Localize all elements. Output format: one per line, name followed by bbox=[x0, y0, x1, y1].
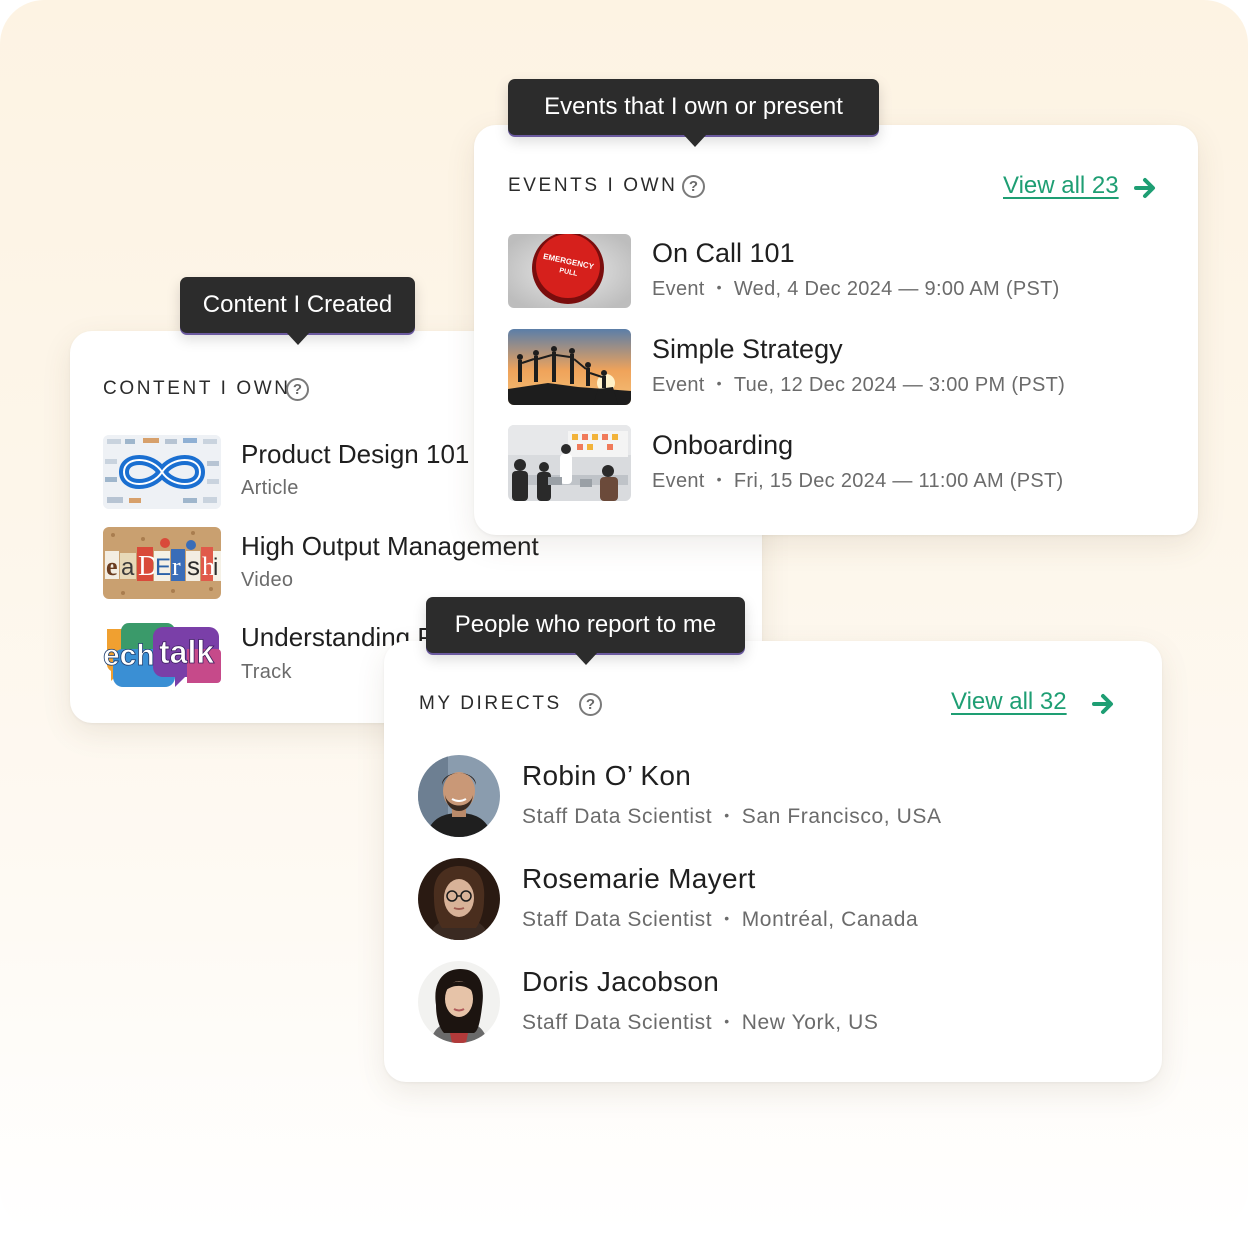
svg-text:ech: ech bbox=[103, 639, 155, 672]
person-location: New York, US bbox=[741, 1011, 879, 1034]
question-circle-icon[interactable]: ? bbox=[579, 693, 602, 716]
event-type: Event bbox=[652, 470, 705, 492]
person-location: Montréal, Canada bbox=[741, 908, 919, 931]
separator-dot: • bbox=[716, 375, 722, 391]
content-tooltip: Content I Created bbox=[180, 277, 415, 345]
content-thumbnail-product-design[interactable] bbox=[103, 435, 221, 509]
separator-dot: • bbox=[724, 1013, 730, 1029]
content-thumbnail-techtalk[interactable]: ech talk bbox=[103, 619, 221, 689]
content-item-title[interactable]: High Output Management bbox=[241, 531, 539, 562]
directs-tooltip-text: People who report to me bbox=[454, 611, 717, 638]
events-view-all-link[interactable]: View all 23 bbox=[1003, 172, 1119, 200]
content-item-type: Video bbox=[241, 569, 294, 591]
events-card: EVENTS I OWN ? View all 23 EMERGENCY PUL… bbox=[474, 125, 1198, 535]
event-thumbnail-on-call[interactable]: EMERGENCY PULL bbox=[508, 234, 631, 308]
event-thumbnail-simple-strategy[interactable] bbox=[508, 329, 631, 405]
content-section-title: CONTENT I OWN bbox=[103, 378, 291, 399]
svg-text:a: a bbox=[121, 554, 135, 581]
event-meta: Event • Fri, 15 Dec 2024 — 11:00 AM (PST) bbox=[652, 470, 1064, 493]
person-name[interactable]: Rosemarie Mayert bbox=[522, 863, 756, 895]
event-title[interactable]: Onboarding bbox=[652, 430, 793, 461]
question-circle-icon[interactable]: ? bbox=[682, 175, 705, 198]
event-thumbnail-onboarding[interactable] bbox=[508, 425, 631, 501]
content-item-title[interactable]: Product Design 101 bbox=[241, 439, 469, 470]
person-meta: Staff Data Scientist • San Francisco, USA bbox=[522, 805, 942, 829]
directs-section-title: MY DIRECTS bbox=[419, 693, 562, 714]
svg-text:s: s bbox=[187, 551, 200, 581]
arrow-right-icon[interactable] bbox=[1092, 693, 1116, 715]
event-type: Event bbox=[652, 374, 705, 396]
events-tooltip-text: Events that I own or present bbox=[544, 93, 843, 120]
directs-tooltip: People who report to me bbox=[426, 597, 745, 665]
event-datetime: Wed, 4 Dec 2024 — 9:00 AM (PST) bbox=[733, 278, 1060, 300]
content-item-type: Article bbox=[241, 477, 299, 499]
events-tooltip: Events that I own or present bbox=[508, 79, 879, 147]
tooltip-pointer bbox=[573, 652, 598, 665]
content-item-type: Track bbox=[241, 661, 292, 683]
event-title[interactable]: Simple Strategy bbox=[652, 334, 843, 365]
person-location: San Francisco, USA bbox=[741, 805, 942, 828]
directs-card: MY DIRECTS ? View all 32 Robin O’ Kon St… bbox=[384, 641, 1162, 1082]
content-thumbnail-high-output[interactable]: e a D E r s h i bbox=[103, 527, 221, 599]
person-name[interactable]: Doris Jacobson bbox=[522, 966, 719, 998]
avatar[interactable] bbox=[418, 755, 500, 837]
svg-text:i: i bbox=[213, 554, 218, 581]
avatar[interactable] bbox=[418, 858, 500, 940]
separator-dot: • bbox=[724, 910, 730, 926]
tooltip-pointer bbox=[285, 332, 310, 345]
avatar[interactable] bbox=[418, 961, 500, 1043]
person-meta: Staff Data Scientist • New York, US bbox=[522, 1011, 878, 1035]
person-meta: Staff Data Scientist • Montréal, Canada bbox=[522, 908, 918, 932]
person-role: Staff Data Scientist bbox=[522, 805, 713, 828]
svg-text:r: r bbox=[172, 552, 181, 581]
directs-view-all-link[interactable]: View all 32 bbox=[951, 688, 1067, 716]
svg-text:e: e bbox=[106, 552, 118, 581]
separator-dot: • bbox=[716, 471, 722, 487]
question-circle-icon[interactable]: ? bbox=[286, 378, 309, 401]
content-tooltip-text: Content I Created bbox=[202, 291, 393, 318]
person-role: Staff Data Scientist bbox=[522, 908, 713, 931]
events-section-title: EVENTS I OWN bbox=[508, 175, 678, 196]
tooltip-pointer bbox=[683, 134, 707, 147]
event-datetime: Tue, 12 Dec 2024 — 3:00 PM (PST) bbox=[733, 374, 1066, 396]
svg-text:talk: talk bbox=[159, 634, 214, 670]
svg-text:E: E bbox=[155, 554, 171, 581]
event-datetime: Fri, 15 Dec 2024 — 11:00 AM (PST) bbox=[733, 470, 1064, 492]
event-title[interactable]: On Call 101 bbox=[652, 238, 795, 269]
person-name[interactable]: Robin O’ Kon bbox=[522, 760, 691, 792]
event-meta: Event • Wed, 4 Dec 2024 — 9:00 AM (PST) bbox=[652, 278, 1060, 301]
person-role: Staff Data Scientist bbox=[522, 1011, 713, 1034]
separator-dot: • bbox=[716, 279, 722, 295]
arrow-right-icon[interactable] bbox=[1134, 177, 1158, 199]
event-meta: Event • Tue, 12 Dec 2024 — 3:00 PM (PST) bbox=[652, 374, 1065, 397]
separator-dot: • bbox=[724, 807, 730, 823]
event-type: Event bbox=[652, 278, 705, 300]
